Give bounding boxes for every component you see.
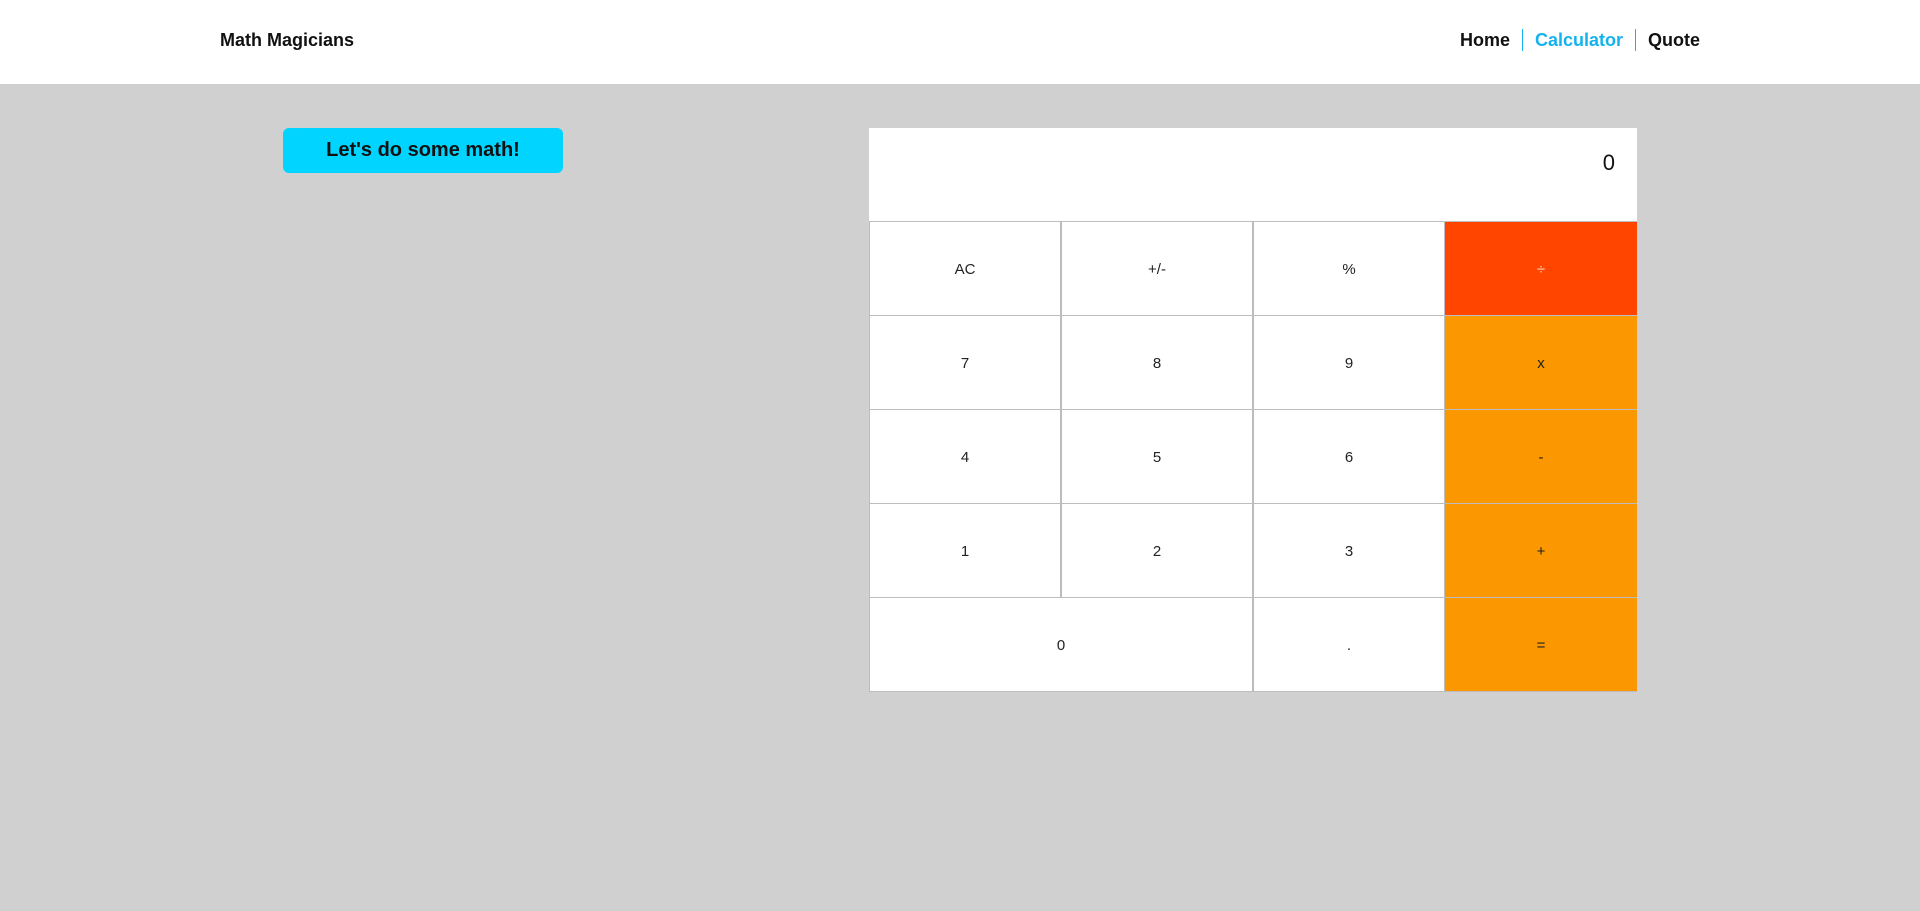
calculator: 0 AC +/- % ÷ 7 8 9 x 4 5 6 - 1 2 3 + 0 .… <box>869 128 1637 692</box>
key-subtract[interactable]: - <box>1445 410 1637 504</box>
key-1[interactable]: 1 <box>869 504 1061 598</box>
key-0[interactable]: 0 <box>869 598 1253 692</box>
key-4[interactable]: 4 <box>869 410 1061 504</box>
nav-quote-link[interactable]: Quote <box>1636 29 1700 51</box>
key-add[interactable]: + <box>1445 504 1637 598</box>
lets-do-math-button[interactable]: Let's do some math! <box>283 128 563 173</box>
key-ac[interactable]: AC <box>869 222 1061 316</box>
key-2[interactable]: 2 <box>1061 504 1253 598</box>
key-divide[interactable]: ÷ <box>1445 222 1637 316</box>
key-percent[interactable]: % <box>1253 222 1445 316</box>
key-8[interactable]: 8 <box>1061 316 1253 410</box>
main-nav: Home Calculator Quote <box>1448 29 1700 51</box>
key-9[interactable]: 9 <box>1253 316 1445 410</box>
key-7[interactable]: 7 <box>869 316 1061 410</box>
brand-title: Math Magicians <box>220 30 355 50</box>
key-equals[interactable]: = <box>1445 598 1637 692</box>
calculator-keypad: AC +/- % ÷ 7 8 9 x 4 5 6 - 1 2 3 + 0 . = <box>869 222 1637 692</box>
key-multiply[interactable]: x <box>1445 316 1637 410</box>
key-5[interactable]: 5 <box>1061 410 1253 504</box>
calculator-display: 0 <box>869 128 1637 222</box>
key-3[interactable]: 3 <box>1253 504 1445 598</box>
key-decimal[interactable]: . <box>1253 598 1445 692</box>
header: Math Magicians Home Calculator Quote <box>0 0 1920 84</box>
nav-home-link[interactable]: Home <box>1448 29 1522 51</box>
key-toggle-sign[interactable]: +/- <box>1061 222 1253 316</box>
nav-calculator-link[interactable]: Calculator <box>1523 29 1635 51</box>
key-6[interactable]: 6 <box>1253 410 1445 504</box>
